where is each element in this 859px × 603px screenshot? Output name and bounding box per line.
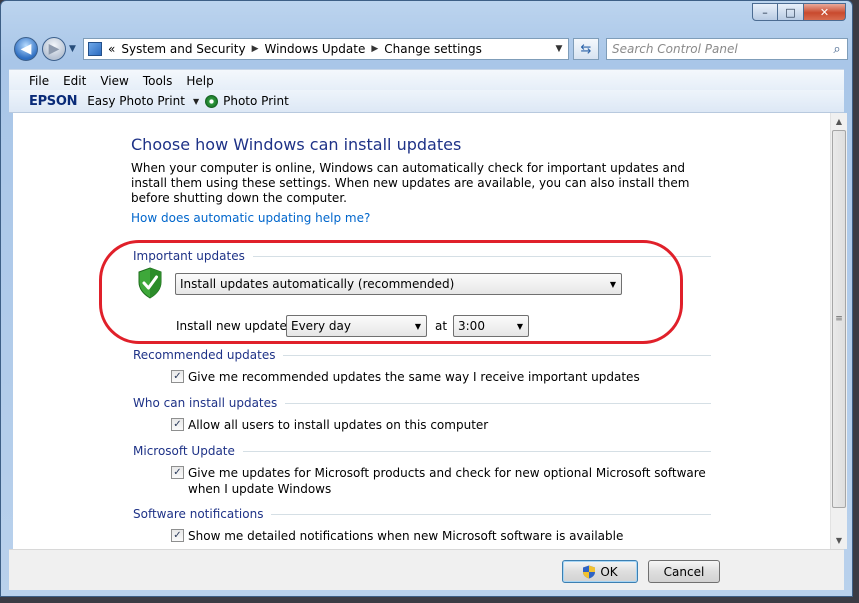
at-label: at (435, 319, 448, 333)
close-button[interactable]: ✕ (804, 3, 846, 21)
recent-pages-dropdown[interactable]: ▼ (69, 44, 76, 54)
scroll-up-icon[interactable]: ▲ (831, 113, 847, 130)
recommended-updates-checkbox-label[interactable]: Give me recommended updates the same way… (188, 369, 640, 385)
epson-toolbar: EPSON Easy Photo Print ▼ Photo Print (9, 90, 844, 113)
breadcrumb-system-and-security[interactable]: System and Security (121, 42, 245, 56)
microsoft-update-option: ✓ Give me updates for Microsoft products… (171, 465, 711, 497)
important-updates-heading: Important updates (133, 249, 711, 263)
recommended-updates-option: ✓ Give me recommended updates the same w… (171, 369, 711, 385)
back-button[interactable]: ◀ (14, 37, 38, 61)
menu-bar: File Edit View Tools Help (9, 69, 844, 91)
update-mode-select[interactable]: Install updates automatically (recommend… (175, 273, 622, 295)
microsoft-update-checkbox[interactable]: ✓ (171, 466, 184, 479)
menu-edit[interactable]: Edit (56, 74, 93, 88)
update-mode-value: Install updates automatically (recommend… (180, 277, 455, 291)
epson-logo: EPSON (29, 93, 78, 109)
refresh-button[interactable]: ⇆ (573, 38, 599, 60)
recommended-updates-label: Recommended updates (133, 348, 276, 362)
ok-button-label: OK (600, 564, 618, 579)
forward-button[interactable]: ▶ (42, 37, 66, 61)
forward-arrow-icon: ▶ (48, 41, 60, 57)
update-time-value: 3:00 (458, 319, 485, 333)
divider (252, 255, 711, 257)
chevron-down-icon: ▼ (414, 321, 422, 331)
easy-photo-print-button[interactable]: Easy Photo Print (87, 94, 185, 108)
software-notifications-heading: Software notifications (133, 507, 711, 521)
update-day-select[interactable]: Every day ▼ (286, 315, 427, 337)
breadcrumb-separator-icon[interactable]: ▶ (252, 44, 259, 54)
divider (283, 354, 711, 356)
software-notifications-option: ✓ Show me detailed notifications when ne… (171, 528, 711, 544)
dialog-footer: OK Cancel (9, 549, 844, 590)
grip-icon: ≡ (835, 314, 843, 324)
navigation-bar: ◀ ▶ ▼ « System and Security ▶ Windows Up… (11, 37, 848, 63)
address-overflow-chevron[interactable]: « (108, 42, 115, 56)
address-bar[interactable]: « System and Security ▶ Windows Update ▶… (83, 38, 569, 60)
install-new-updates-label: Install new updates: (176, 319, 298, 333)
menu-tools[interactable]: Tools (136, 74, 180, 88)
scrollbar-thumb[interactable]: ≡ (832, 130, 846, 508)
search-box[interactable]: Search Control Panel ⌕ (606, 38, 848, 60)
chevron-down-icon: ▼ (609, 279, 617, 289)
recommended-updates-checkbox[interactable]: ✓ (171, 370, 184, 383)
maximize-button[interactable]: □ (778, 3, 804, 21)
divider (271, 513, 711, 515)
search-input[interactable]: Search Control Panel (607, 42, 827, 56)
microsoft-update-heading: Microsoft Update (133, 444, 711, 458)
breadcrumb-change-settings[interactable]: Change settings (384, 42, 482, 56)
divider (285, 402, 711, 404)
settings-content: Choose how Windows can install updates W… (13, 113, 830, 549)
vertical-scrollbar[interactable]: ▲ ≡ ▼ (830, 113, 847, 549)
uac-shield-icon (583, 565, 596, 578)
address-dropdown-icon[interactable]: ▼ (550, 44, 568, 54)
page-description: When your computer is online, Windows ca… (131, 161, 690, 205)
control-panel-icon (88, 42, 102, 56)
breadcrumb-windows-update[interactable]: Windows Update (265, 42, 366, 56)
search-icon[interactable]: ⌕ (827, 42, 847, 57)
cancel-button-label: Cancel (663, 564, 705, 579)
update-time-select[interactable]: 3:00 ▼ (453, 315, 529, 337)
recommended-updates-heading: Recommended updates (133, 348, 711, 362)
update-day-value: Every day (291, 319, 351, 333)
easy-photo-print-dropdown-icon[interactable]: ▼ (193, 97, 199, 106)
software-notifications-label: Software notifications (133, 507, 264, 521)
photo-print-button[interactable]: Photo Print (223, 94, 289, 108)
refresh-icon: ⇆ (580, 41, 592, 57)
who-can-install-label: Who can install updates (133, 396, 278, 410)
allow-all-users-checkbox[interactable]: ✓ (171, 418, 184, 431)
control-panel-window: – □ ✕ ◀ ▶ ▼ « System and Security ▶ Wind… (0, 0, 853, 597)
menu-view[interactable]: View (93, 74, 135, 88)
divider (242, 450, 711, 452)
cancel-button[interactable]: Cancel (648, 560, 720, 583)
ok-button[interactable]: OK (562, 560, 638, 583)
photo-print-icon (205, 94, 219, 108)
microsoft-update-checkbox-label[interactable]: Give me updates for Microsoft products a… (188, 465, 711, 497)
who-can-install-heading: Who can install updates (133, 396, 711, 410)
important-updates-label: Important updates (133, 249, 245, 263)
minimize-button[interactable]: – (752, 3, 778, 21)
microsoft-update-label: Microsoft Update (133, 444, 235, 458)
caption-buttons: – □ ✕ (752, 3, 846, 21)
allow-all-users-option: ✓ Allow all users to install updates on … (171, 417, 711, 433)
breadcrumb-separator-icon[interactable]: ▶ (371, 44, 378, 54)
scroll-down-icon[interactable]: ▼ (831, 532, 847, 549)
chevron-down-icon: ▼ (516, 321, 524, 331)
allow-all-users-checkbox-label[interactable]: Allow all users to install updates on th… (188, 417, 488, 433)
page-title: Choose how Windows can install updates (131, 135, 462, 154)
software-notifications-checkbox-label[interactable]: Show me detailed notifications when new … (188, 528, 623, 544)
help-link[interactable]: How does automatic updating help me? (131, 211, 370, 225)
shield-check-icon (138, 267, 162, 299)
menu-help[interactable]: Help (179, 74, 220, 88)
menu-file[interactable]: File (22, 74, 56, 88)
back-arrow-icon: ◀ (20, 41, 32, 57)
software-notifications-checkbox[interactable]: ✓ (171, 529, 184, 542)
